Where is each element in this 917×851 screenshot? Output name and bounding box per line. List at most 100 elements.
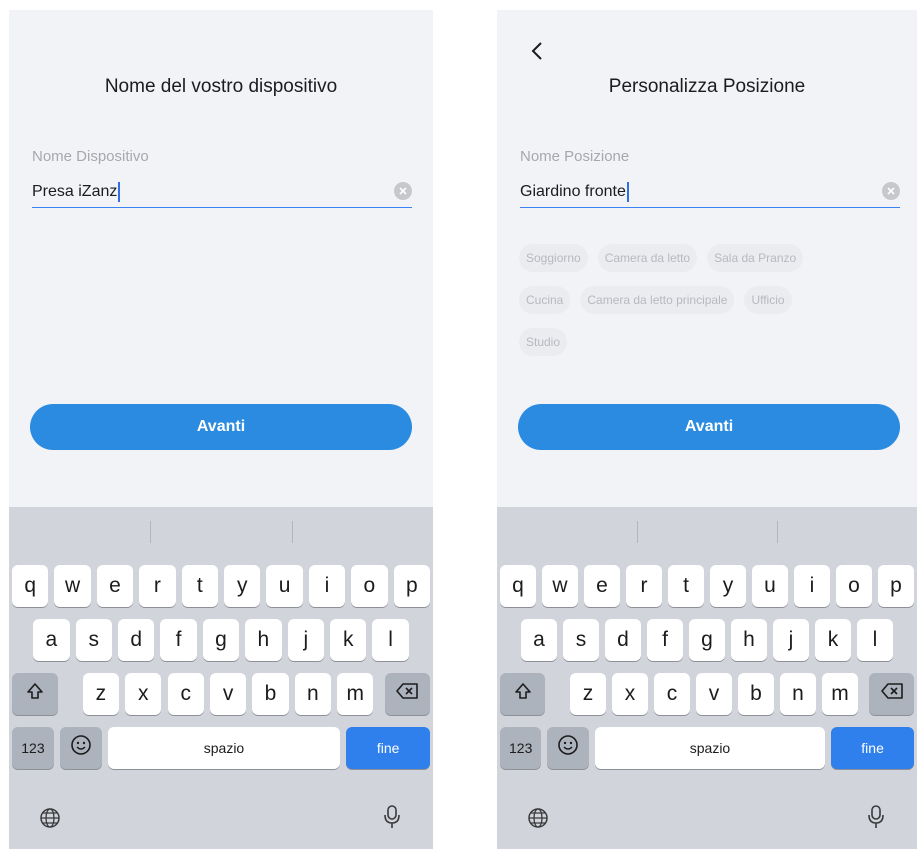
done-key[interactable]: fine bbox=[831, 727, 914, 769]
location-chip[interactable]: Sala da Pranzo bbox=[707, 244, 804, 272]
key-b[interactable]: b bbox=[252, 673, 289, 715]
key-u[interactable]: u bbox=[266, 565, 303, 607]
next-button[interactable]: Avanti bbox=[518, 404, 900, 450]
key-w[interactable]: w bbox=[54, 565, 91, 607]
key-w[interactable]: w bbox=[542, 565, 578, 607]
key-o[interactable]: o bbox=[351, 565, 388, 607]
key-t[interactable]: t bbox=[181, 565, 218, 607]
field-value: Giardino fronte bbox=[520, 182, 626, 200]
key-a[interactable]: a bbox=[33, 619, 70, 661]
suggestion-divider bbox=[637, 521, 638, 543]
key-a[interactable]: a bbox=[521, 619, 557, 661]
key-g[interactable]: g bbox=[689, 619, 725, 661]
key-l[interactable]: l bbox=[857, 619, 893, 661]
shift-key[interactable] bbox=[500, 673, 545, 715]
backspace-icon bbox=[880, 682, 904, 706]
key-f[interactable]: f bbox=[647, 619, 683, 661]
key-p[interactable]: p bbox=[878, 565, 914, 607]
key-r[interactable]: r bbox=[626, 565, 662, 607]
key-p[interactable]: p bbox=[393, 565, 430, 607]
text-caret bbox=[626, 181, 629, 202]
key-k[interactable]: k bbox=[815, 619, 851, 661]
key-h[interactable]: h bbox=[245, 619, 282, 661]
key-i[interactable]: i bbox=[308, 565, 346, 607]
numbers-key[interactable]: 123 bbox=[500, 727, 542, 769]
key-n[interactable]: n bbox=[294, 673, 332, 715]
key-u[interactable]: u bbox=[752, 565, 788, 607]
key-x[interactable]: x bbox=[125, 673, 162, 715]
backspace-icon bbox=[395, 682, 419, 706]
suggestion-divider bbox=[150, 521, 151, 543]
device-name-input[interactable]: Presa iZanz bbox=[32, 176, 412, 208]
microphone-icon[interactable] bbox=[377, 801, 407, 833]
next-button[interactable]: Avanti bbox=[30, 404, 412, 450]
key-m[interactable]: m bbox=[337, 673, 374, 715]
key-e[interactable]: e bbox=[96, 565, 134, 607]
key-l[interactable]: l bbox=[372, 619, 409, 661]
key-v[interactable]: v bbox=[696, 673, 732, 715]
key-v[interactable]: v bbox=[209, 673, 247, 715]
emoji-key[interactable] bbox=[547, 727, 589, 769]
key-o[interactable]: o bbox=[836, 565, 872, 607]
key-s[interactable]: s bbox=[75, 619, 112, 661]
keyboard: q w e r t y u i o p a s d f g h j k l z x c v b n m 123 spazio fine bbox=[497, 507, 917, 849]
key-q[interactable]: q bbox=[500, 565, 536, 607]
chevron-left-icon[interactable] bbox=[527, 38, 547, 64]
shift-key[interactable] bbox=[12, 673, 58, 715]
location-screen: Personalizza Posizione Nome Posizione Gi… bbox=[497, 10, 917, 849]
numbers-key[interactable]: 123 bbox=[12, 727, 54, 769]
globe-icon[interactable] bbox=[35, 803, 65, 833]
key-h[interactable]: h bbox=[731, 619, 767, 661]
location-chip[interactable]: Camera da letto bbox=[597, 244, 698, 272]
location-chip[interactable]: Camera da letto principale bbox=[580, 286, 735, 314]
backspace-key[interactable] bbox=[384, 673, 430, 715]
key-i[interactable]: i bbox=[794, 565, 830, 607]
location-chip[interactable]: Studio bbox=[519, 328, 568, 356]
suggestion-bar bbox=[9, 507, 433, 555]
done-key[interactable]: fine bbox=[346, 727, 430, 769]
keyboard: q w e r t y u i o p a s d f g h j k l z x c v b n m 123 spazio fine bbox=[9, 507, 433, 849]
key-m[interactable]: m bbox=[822, 673, 858, 715]
key-x[interactable]: x bbox=[612, 673, 648, 715]
key-n[interactable]: n bbox=[780, 673, 816, 715]
key-j[interactable]: j bbox=[773, 619, 809, 661]
suggestion-bar bbox=[497, 507, 917, 555]
key-d[interactable]: d bbox=[118, 619, 155, 661]
key-b[interactable]: b bbox=[738, 673, 774, 715]
key-c[interactable]: c bbox=[654, 673, 690, 715]
location-chip[interactable]: Cucina bbox=[519, 286, 571, 314]
key-s[interactable]: s bbox=[563, 619, 599, 661]
page-title: Nome del vostro dispositivo bbox=[104, 76, 338, 97]
clear-icon[interactable] bbox=[394, 182, 412, 200]
key-c[interactable]: c bbox=[167, 673, 204, 715]
key-y[interactable]: y bbox=[224, 565, 261, 607]
suggestion-divider bbox=[777, 521, 778, 543]
backspace-key[interactable] bbox=[869, 673, 914, 715]
key-g[interactable]: g bbox=[202, 619, 240, 661]
location-chip[interactable]: Soggiorno bbox=[519, 244, 588, 272]
shift-icon bbox=[513, 681, 533, 707]
key-q[interactable]: q bbox=[12, 565, 49, 607]
space-key[interactable]: spazio bbox=[107, 727, 341, 769]
emoji-key[interactable] bbox=[59, 727, 102, 769]
key-d[interactable]: d bbox=[605, 619, 641, 661]
key-y[interactable]: y bbox=[710, 565, 746, 607]
clear-icon[interactable] bbox=[882, 182, 900, 200]
space-key[interactable]: spazio bbox=[594, 727, 826, 769]
key-z[interactable]: z bbox=[82, 673, 120, 715]
emoji-icon bbox=[70, 734, 92, 762]
key-t[interactable]: t bbox=[668, 565, 704, 607]
microphone-icon[interactable] bbox=[861, 801, 891, 833]
location-name-input[interactable]: Giardino fronte bbox=[520, 176, 900, 208]
key-k[interactable]: k bbox=[330, 619, 367, 661]
key-e[interactable]: e bbox=[584, 565, 620, 607]
globe-icon[interactable] bbox=[523, 803, 553, 833]
location-chip[interactable]: Ufficio bbox=[744, 286, 792, 314]
field-label: Nome Dispositivo bbox=[32, 148, 149, 165]
key-j[interactable]: j bbox=[287, 619, 324, 661]
key-z[interactable]: z bbox=[570, 673, 606, 715]
device-name-screen: Nome del vostro dispositivo Nome Disposi… bbox=[9, 10, 433, 849]
key-r[interactable]: r bbox=[139, 565, 176, 607]
emoji-icon bbox=[557, 734, 579, 762]
key-f[interactable]: f bbox=[160, 619, 197, 661]
